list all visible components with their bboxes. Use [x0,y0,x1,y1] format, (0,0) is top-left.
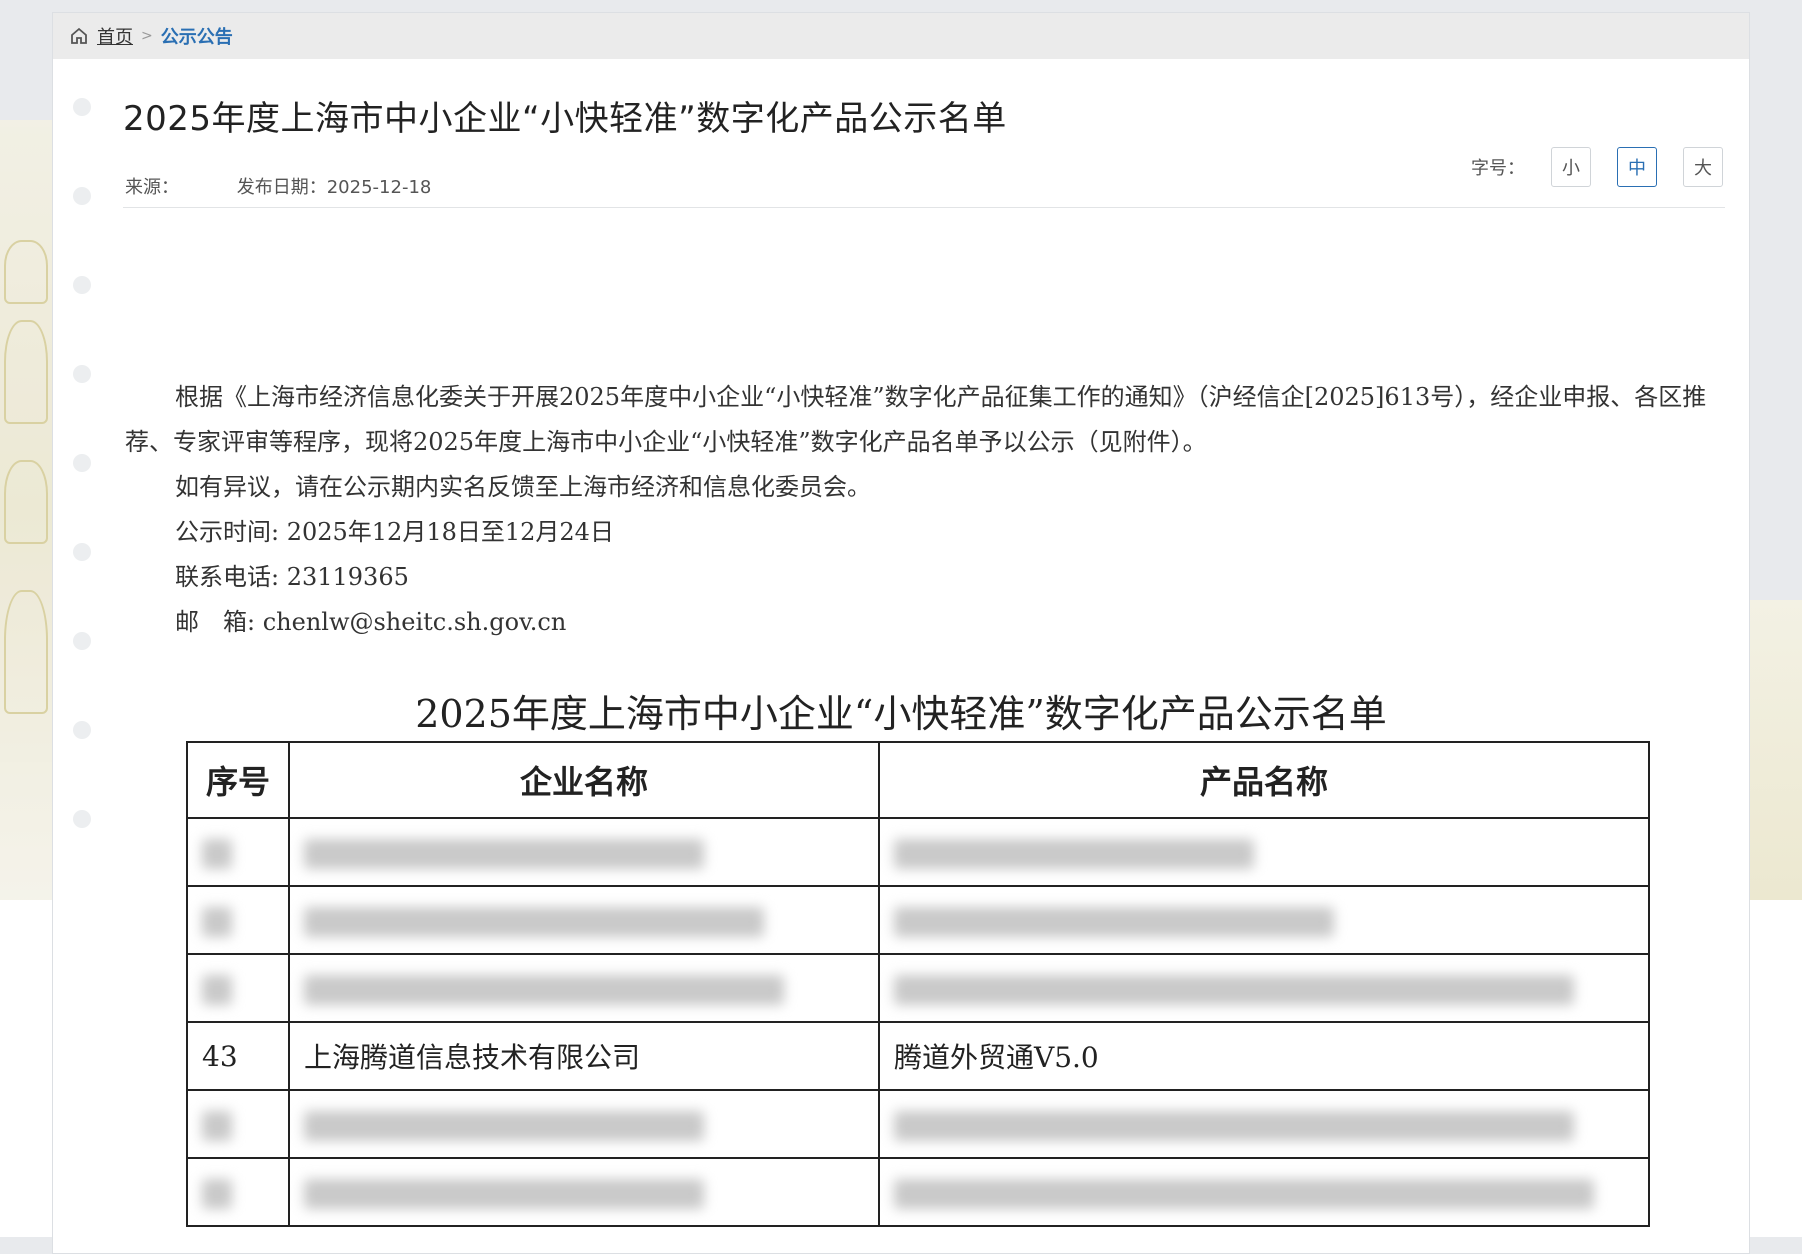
breadcrumb-current[interactable]: 公示公告 [161,23,233,49]
font-size-small-button[interactable]: 小 [1551,147,1591,187]
page-title: 2025年度上海市中小企业“小快轻准”数字化产品公示名单 [123,99,1007,139]
article-body: 根据《上海市经济信息化委关于开展2025年度中小企业“小快轻准”数字化产品征集工… [125,375,1725,645]
contact-phone: 联系电话: 23119365 [175,563,409,591]
publish-date: 发布日期：2025-12-18 [237,177,432,198]
contact-email[interactable]: 邮 箱: chenlw@sheitc.sh.gov.cn [125,600,1725,645]
font-size-medium-button[interactable]: 中 [1617,147,1657,187]
header-product: 产品名称 [878,741,1650,819]
row-company: 上海腾道信息技术有限公司 [288,1021,880,1091]
table-row-blurred [186,817,1650,887]
header-company: 企业名称 [288,741,880,819]
table-row-blurred [186,953,1650,1023]
table-row-blurred [186,1157,1650,1227]
breadcrumb-separator: > [141,28,153,44]
date-label: 发布日期： [236,177,327,198]
body-paragraph-2: 如有异议，请在公示期内实名反馈至上海市经济和信息化委员会。 [175,473,871,501]
background-decoration-right [1747,600,1802,900]
publicity-period: 公示时间: 2025年12月18日至12月24日 [175,518,614,546]
header-number: 序号 [186,741,290,819]
article-card: 首页 > 公示公告 2025年度上海市中小企业“小快轻准”数字化产品公示名单 来… [52,12,1750,1254]
breadcrumb-home-link[interactable]: 首页 [97,23,133,49]
breadcrumb: 首页 > 公示公告 [53,13,1749,59]
source-label: 来源： [125,177,179,198]
table-row-blurred [186,1089,1650,1159]
font-size-switcher: 字号： 小 中 大 [1471,147,1723,187]
row-product: 腾道外贸通V5.0 [878,1021,1650,1091]
background-decoration-left [0,120,60,900]
body-paragraph-1: 根据《上海市经济信息化委关于开展2025年度中小企业“小快轻准”数字化产品征集工… [125,383,1707,456]
product-list-table: 序号 企业名称 产品名称 43 上海腾道信息技术有限公司 腾道外贸通V5.0 [186,741,1650,1227]
table-row: 43 上海腾道信息技术有限公司 腾道外贸通V5.0 [186,1021,1650,1091]
table-title: 2025年度上海市中小企业“小快轻准”数字化产品公示名单 [415,692,1387,736]
font-size-label: 字号： [1471,158,1525,179]
article-meta: 来源： 发布日期：2025-12-18 [125,173,431,199]
table-row-blurred [186,885,1650,955]
row-number: 43 [186,1021,290,1091]
table-header-row: 序号 企业名称 产品名称 [186,741,1650,819]
date-value: 2025-12-18 [326,177,432,198]
home-icon [71,27,87,44]
header-divider [123,207,1725,208]
side-dots [73,98,91,899]
font-size-large-button[interactable]: 大 [1683,147,1723,187]
